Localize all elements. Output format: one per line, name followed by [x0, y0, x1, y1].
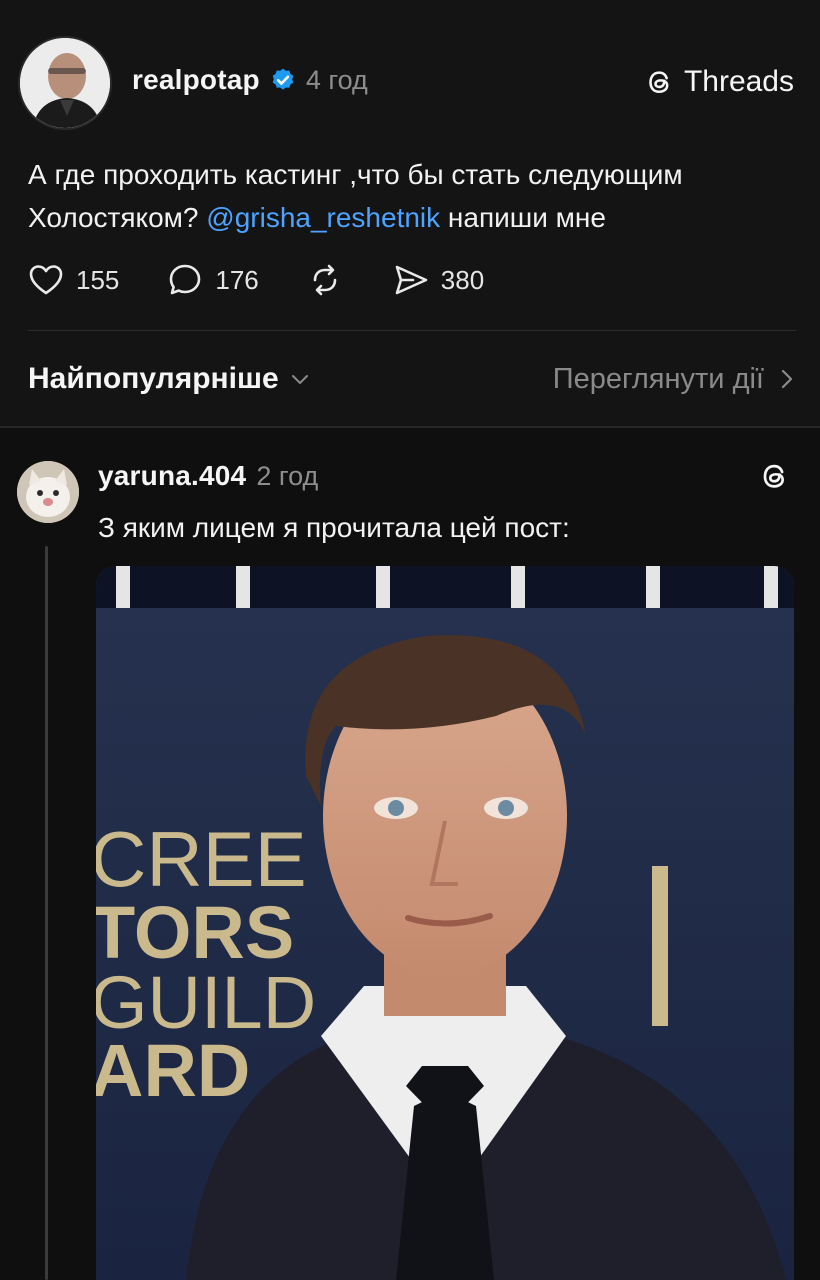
post-body: А где проходить кастинг ,что бы стать сл… — [28, 153, 798, 239]
like-button[interactable]: 155 — [26, 260, 119, 300]
comment-count: 176 — [215, 264, 259, 295]
send-icon — [395, 265, 428, 295]
repost-icon — [313, 264, 337, 296]
original-post: realpotap 4 год Threads А где проходить … — [0, 0, 820, 428]
reply-media-photo: CREE TORS GUILD ARD — [96, 566, 794, 1280]
reply-username[interactable]: yaruna.404 — [98, 460, 246, 492]
share-button[interactable]: 380 — [391, 260, 484, 300]
threads-logo-icon[interactable] — [756, 458, 792, 494]
repost-button[interactable] — [305, 260, 345, 300]
share-count: 380 — [440, 264, 485, 295]
author-avatar-photo — [20, 38, 110, 128]
reply-avatar[interactable] — [17, 461, 79, 523]
reply-header: yaruna.404 2 год — [98, 456, 318, 496]
reply-avatar-photo — [17, 461, 79, 523]
like-count: 155 — [76, 264, 120, 295]
post-text-end: напиши мне — [440, 202, 606, 233]
post-divider — [28, 330, 796, 331]
media-sign-line-4: ARD — [96, 1029, 250, 1112]
post-header: realpotap 4 год — [132, 60, 368, 100]
chevron-down-icon — [291, 375, 308, 384]
comment-button[interactable]: 176 — [165, 260, 259, 300]
sort-dropdown[interactable]: Найпопулярніше — [28, 362, 311, 396]
verified-badge-icon — [272, 68, 294, 90]
threads-brand-link[interactable]: Threads — [642, 60, 794, 104]
threads-logo-icon — [649, 71, 669, 94]
view-activity-label: Переглянути дії — [552, 362, 764, 395]
author-avatar[interactable] — [18, 36, 112, 130]
reply-item: yaruna.404 2 год З яким лицем я прочитал… — [0, 428, 820, 1280]
post-mention-link[interactable]: @grisha_reshetnik — [206, 202, 440, 233]
sort-label: Найпопулярніше — [28, 362, 279, 395]
reply-time: 2 год — [256, 460, 319, 491]
post-actions: 155 176 380 — [26, 258, 530, 302]
post-username[interactable]: realpotap — [132, 64, 260, 96]
comment-bubble-icon — [170, 264, 201, 295]
thread-connector-line — [45, 546, 48, 1280]
threads-brand-label: Threads — [683, 65, 794, 98]
heart-icon — [29, 265, 63, 295]
post-time: 4 год — [305, 64, 368, 95]
reply-media-image[interactable]: CREE TORS GUILD ARD — [96, 566, 794, 1280]
chevron-right-icon — [781, 369, 793, 389]
view-activity-link[interactable]: Переглянути дії — [553, 363, 796, 396]
media-sign-line-1: CREE — [96, 815, 307, 903]
replies-toolbar: Найпопулярніше Переглянути дії — [28, 356, 796, 402]
reply-body: З яким лицем я прочитала цей пост: — [98, 512, 570, 543]
